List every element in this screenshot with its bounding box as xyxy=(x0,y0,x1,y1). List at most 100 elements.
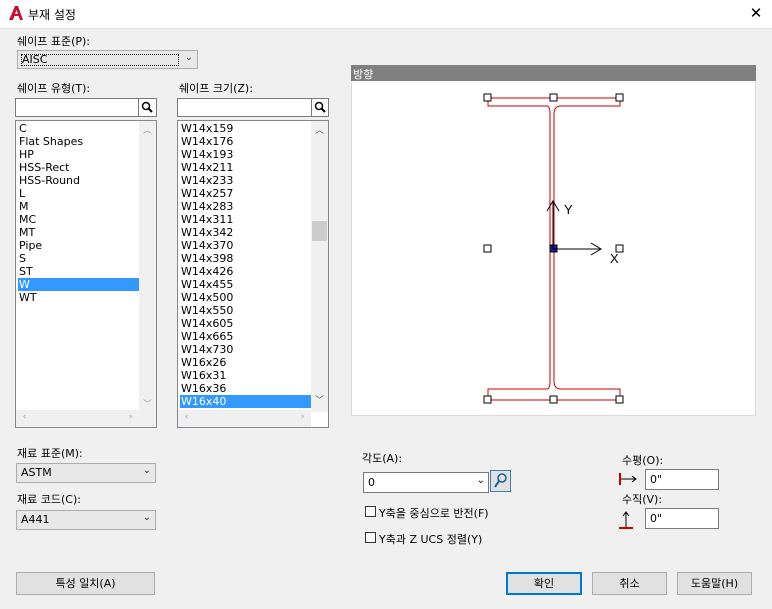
list-item[interactable]: W14x193 xyxy=(180,148,312,161)
angle-label: 각도(A): xyxy=(362,452,403,465)
shape-type-list[interactable]: C Flat Shapes HP HSS-Rect HSS-Round L M MC MT Pip… xyxy=(15,120,157,428)
list-item[interactable]: W14x176 xyxy=(180,135,312,148)
list-item[interactable]: Flat Shapes xyxy=(18,135,139,148)
list-item[interactable]: W16x40 xyxy=(180,395,312,408)
list-item[interactable]: HSS-Round xyxy=(18,174,139,187)
align-y-ucs-label: Y축과 Z UCS 정렬(Y) xyxy=(379,533,483,546)
list-item[interactable]: W14x455 xyxy=(180,278,312,291)
list-item[interactable]: W xyxy=(18,278,139,291)
list-item[interactable]: C xyxy=(18,122,139,135)
mirror-y-label: Y축을 중심으로 반전(F) xyxy=(379,507,489,520)
title-bar: 부재 설정 ✕ xyxy=(0,0,772,29)
list-item[interactable]: L xyxy=(18,187,139,200)
x-axis-label: X xyxy=(610,251,619,266)
help-button[interactable]: 도움말(H) xyxy=(677,572,752,595)
shape-standard-label: 쉐이프 표준(P): xyxy=(17,35,91,48)
horizontal-offset-icon xyxy=(619,473,637,485)
vertical-offset-input[interactable]: 0" xyxy=(645,508,719,529)
align-y-ucs-checkbox[interactable] xyxy=(365,532,376,543)
shape-size-search-button[interactable] xyxy=(311,98,329,117)
scroll-up-icon[interactable]: ︿ xyxy=(139,123,156,136)
shape-size-list[interactable]: W14x159 W14x176 W14x193 W14x211 W14x233 W14x2… xyxy=(177,120,329,428)
shape-size-vscroll[interactable]: ︿ ﹀ xyxy=(311,121,328,412)
horizontal-offset-value: 0" xyxy=(650,473,663,486)
window-title: 부재 설정 xyxy=(28,8,76,22)
preview-header: 방향 xyxy=(351,65,756,81)
angle-combo[interactable]: 0 ⌄ xyxy=(363,472,489,493)
scroll-thumb[interactable] xyxy=(312,221,327,241)
scroll-left-icon[interactable]: ‹ xyxy=(178,412,195,422)
list-item[interactable]: Pipe xyxy=(18,239,139,252)
list-item[interactable]: W14x426 xyxy=(180,265,312,278)
scroll-down-icon[interactable]: ﹀ xyxy=(311,393,328,406)
scroll-right-icon[interactable]: › xyxy=(122,412,139,422)
list-item[interactable]: WT xyxy=(18,291,139,304)
shape-type-search-button[interactable] xyxy=(138,98,157,117)
list-item[interactable]: S xyxy=(18,252,139,265)
mirror-y-checkbox[interactable] xyxy=(365,506,376,517)
material-standard-label: 재료 표준(M): xyxy=(17,447,83,460)
shape-standard-select[interactable]: AISC ⌄ xyxy=(17,50,198,69)
list-item[interactable]: W14x342 xyxy=(180,226,312,239)
list-item[interactable]: W16x31 xyxy=(180,369,312,382)
material-code-label: 재료 코드(C): xyxy=(17,493,81,506)
i-beam-profile: Y X xyxy=(483,93,624,404)
list-item[interactable]: W14x550 xyxy=(180,304,312,317)
cancel-button[interactable]: 취소 xyxy=(592,572,667,595)
pick-angle-button[interactable] xyxy=(490,470,511,492)
list-item[interactable]: W14x233 xyxy=(180,174,312,187)
list-item[interactable]: W14x159 xyxy=(180,122,312,135)
shape-type-search-input[interactable] xyxy=(15,98,139,117)
scroll-left-icon[interactable]: ‹ xyxy=(16,412,33,422)
shape-type-label: 쉐이프 유형(T): xyxy=(17,82,91,95)
list-item[interactable]: W14x730 xyxy=(180,343,312,356)
horizontal-offset-input[interactable]: 0" xyxy=(645,469,719,490)
chevron-down-icon: ⌄ xyxy=(476,475,485,486)
chevron-down-icon: ⌄ xyxy=(184,52,193,63)
preview-header-label: 방향 xyxy=(353,68,374,81)
shape-size-label: 쉐이프 크기(Z): xyxy=(179,82,253,95)
material-standard-select[interactable]: ASTM ⌄ xyxy=(16,463,156,483)
search-icon xyxy=(141,101,153,113)
list-item[interactable]: W16x36 xyxy=(180,382,312,395)
list-item[interactable]: W14x257 xyxy=(180,187,312,200)
shape-size-search-input[interactable] xyxy=(177,98,312,117)
close-button[interactable]: ✕ xyxy=(746,4,766,22)
list-item[interactable]: W14x665 xyxy=(180,330,312,343)
shape-type-hscroll[interactable]: ‹ › xyxy=(16,410,156,427)
shape-type-vscroll[interactable]: ︿ ﹀ xyxy=(139,121,156,412)
focus-rect xyxy=(21,54,179,66)
list-item[interactable]: M xyxy=(18,200,139,213)
scroll-right-icon[interactable]: › xyxy=(294,412,311,422)
search-icon xyxy=(314,101,326,113)
list-item[interactable]: W14x500 xyxy=(180,291,312,304)
list-item[interactable]: W14x370 xyxy=(180,239,312,252)
list-item[interactable]: W14x605 xyxy=(180,317,312,330)
list-item[interactable]: HP xyxy=(18,148,139,161)
angle-value: 0 xyxy=(368,476,375,489)
horizontal-label: 수평(O): xyxy=(622,454,664,467)
list-item[interactable]: HSS-Rect xyxy=(18,161,139,174)
material-standard-value: ASTM xyxy=(21,466,52,479)
shape-size-hscroll[interactable]: ‹ › xyxy=(178,410,311,427)
vertical-offset-value: 0" xyxy=(650,512,663,525)
pick-point-icon xyxy=(494,473,507,488)
match-properties-button[interactable]: 특성 일치(A) xyxy=(16,572,155,595)
list-item[interactable]: W14x311 xyxy=(180,213,312,226)
list-item[interactable]: MC xyxy=(18,213,139,226)
list-item[interactable]: W16x26 xyxy=(180,356,312,369)
list-item[interactable]: W14x283 xyxy=(180,200,312,213)
autocad-logo-icon xyxy=(9,6,23,20)
scroll-down-icon[interactable]: ﹀ xyxy=(139,397,156,410)
chevron-down-icon: ⌄ xyxy=(142,465,151,476)
material-code-value: A441 xyxy=(21,513,50,526)
list-item[interactable]: W14x398 xyxy=(180,252,312,265)
list-item[interactable]: W14x211 xyxy=(180,161,312,174)
material-code-select[interactable]: A441 ⌄ xyxy=(16,510,156,530)
list-item[interactable]: ST xyxy=(18,265,139,278)
vertical-offset-icon xyxy=(619,511,633,529)
ok-button[interactable]: 확인 xyxy=(506,572,582,595)
scroll-up-icon[interactable]: ︿ xyxy=(311,123,328,136)
list-item[interactable]: MT xyxy=(18,226,139,239)
y-axis-label: Y xyxy=(564,202,573,217)
